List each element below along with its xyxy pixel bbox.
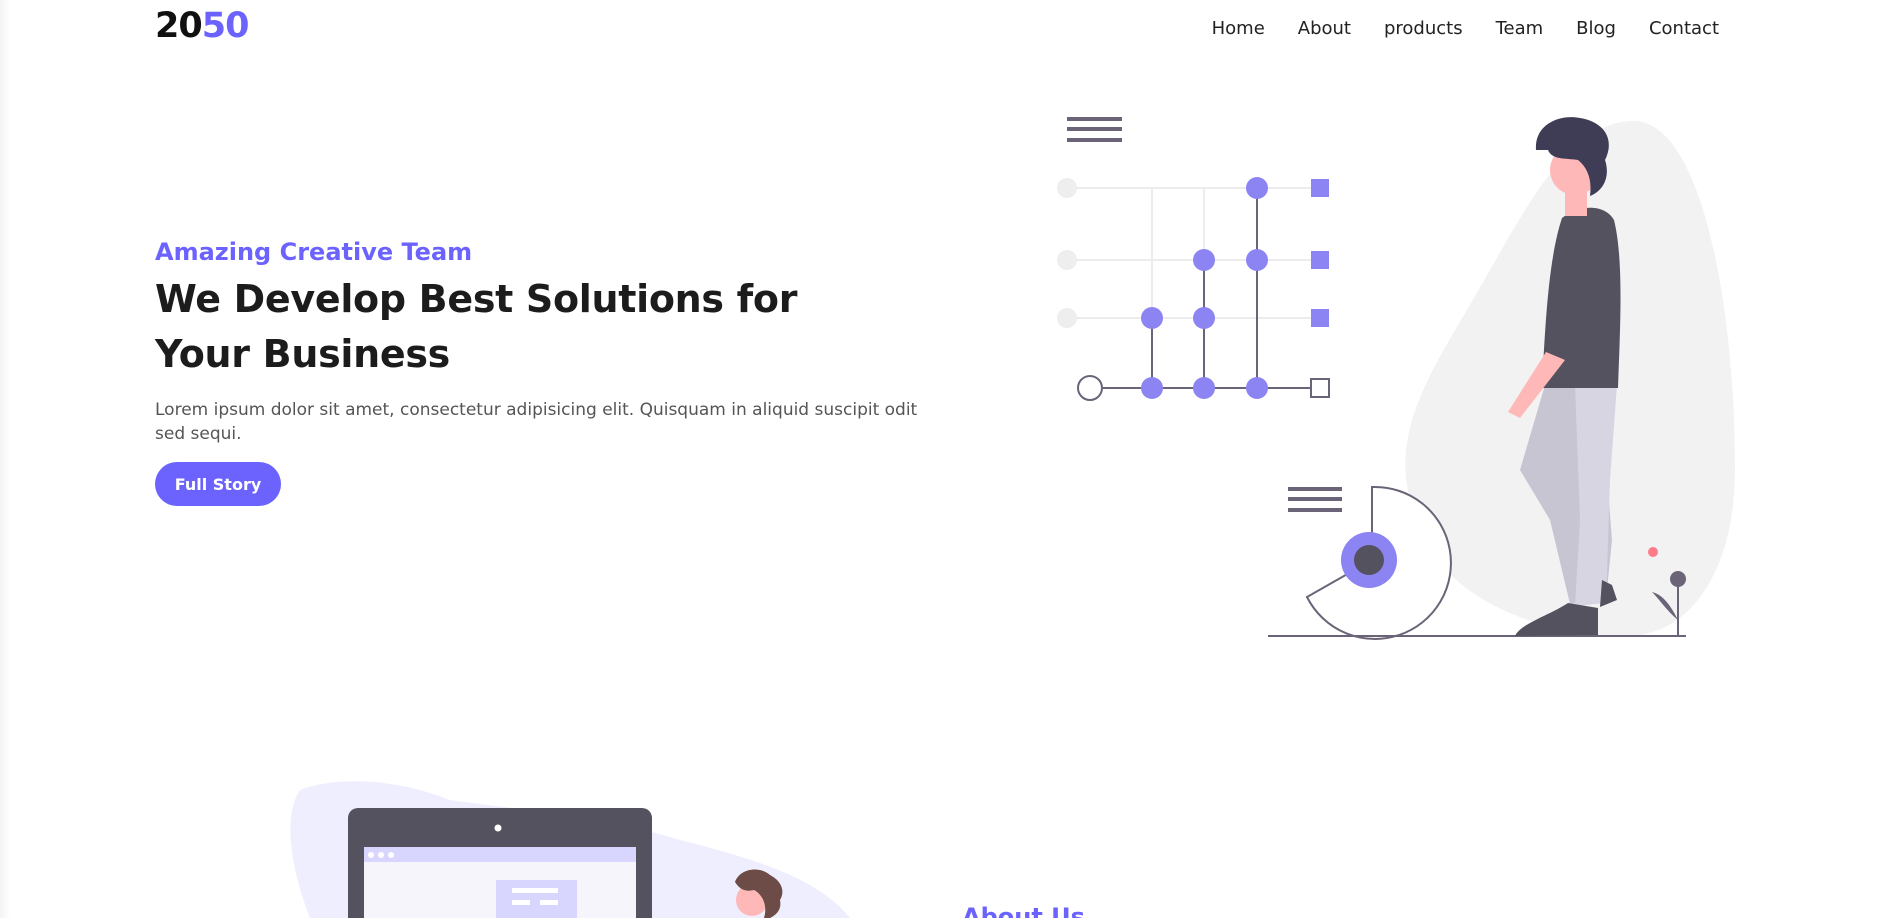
logo-text-accent: 50: [201, 6, 250, 46]
nav-blog[interactable]: Blog: [1576, 17, 1616, 41]
nav-contact[interactable]: Contact: [1649, 17, 1719, 41]
nav-products[interactable]: products: [1384, 17, 1463, 41]
logo[interactable]: 2050: [155, 6, 250, 46]
menu-lines-icon: [1067, 117, 1122, 142]
hero-eyebrow: Amazing Creative Team: [155, 238, 473, 266]
about-illustration: [290, 781, 850, 918]
grid-diagram: [1057, 177, 1330, 401]
main-nav: Home About products Team Blog Contact: [1212, 17, 1719, 41]
nav-about[interactable]: About: [1298, 17, 1351, 41]
full-story-button[interactable]: Full Story: [155, 462, 281, 506]
hero-illustration: [1057, 117, 1735, 640]
hero-lead: Lorem ipsum dolor sit amet, consectetur …: [155, 400, 918, 444]
laptop-graphic: [348, 808, 652, 918]
page-edge: [0, 0, 10, 918]
about-section-title: About Us: [962, 903, 1085, 918]
hero-headline: We Develop Best Solutions for Your Busin…: [155, 277, 798, 376]
menu-lines-icon: [1288, 487, 1342, 512]
nav-team[interactable]: Team: [1496, 17, 1544, 41]
logo-text-primary: 20: [155, 6, 203, 46]
nav-home[interactable]: Home: [1212, 17, 1265, 41]
